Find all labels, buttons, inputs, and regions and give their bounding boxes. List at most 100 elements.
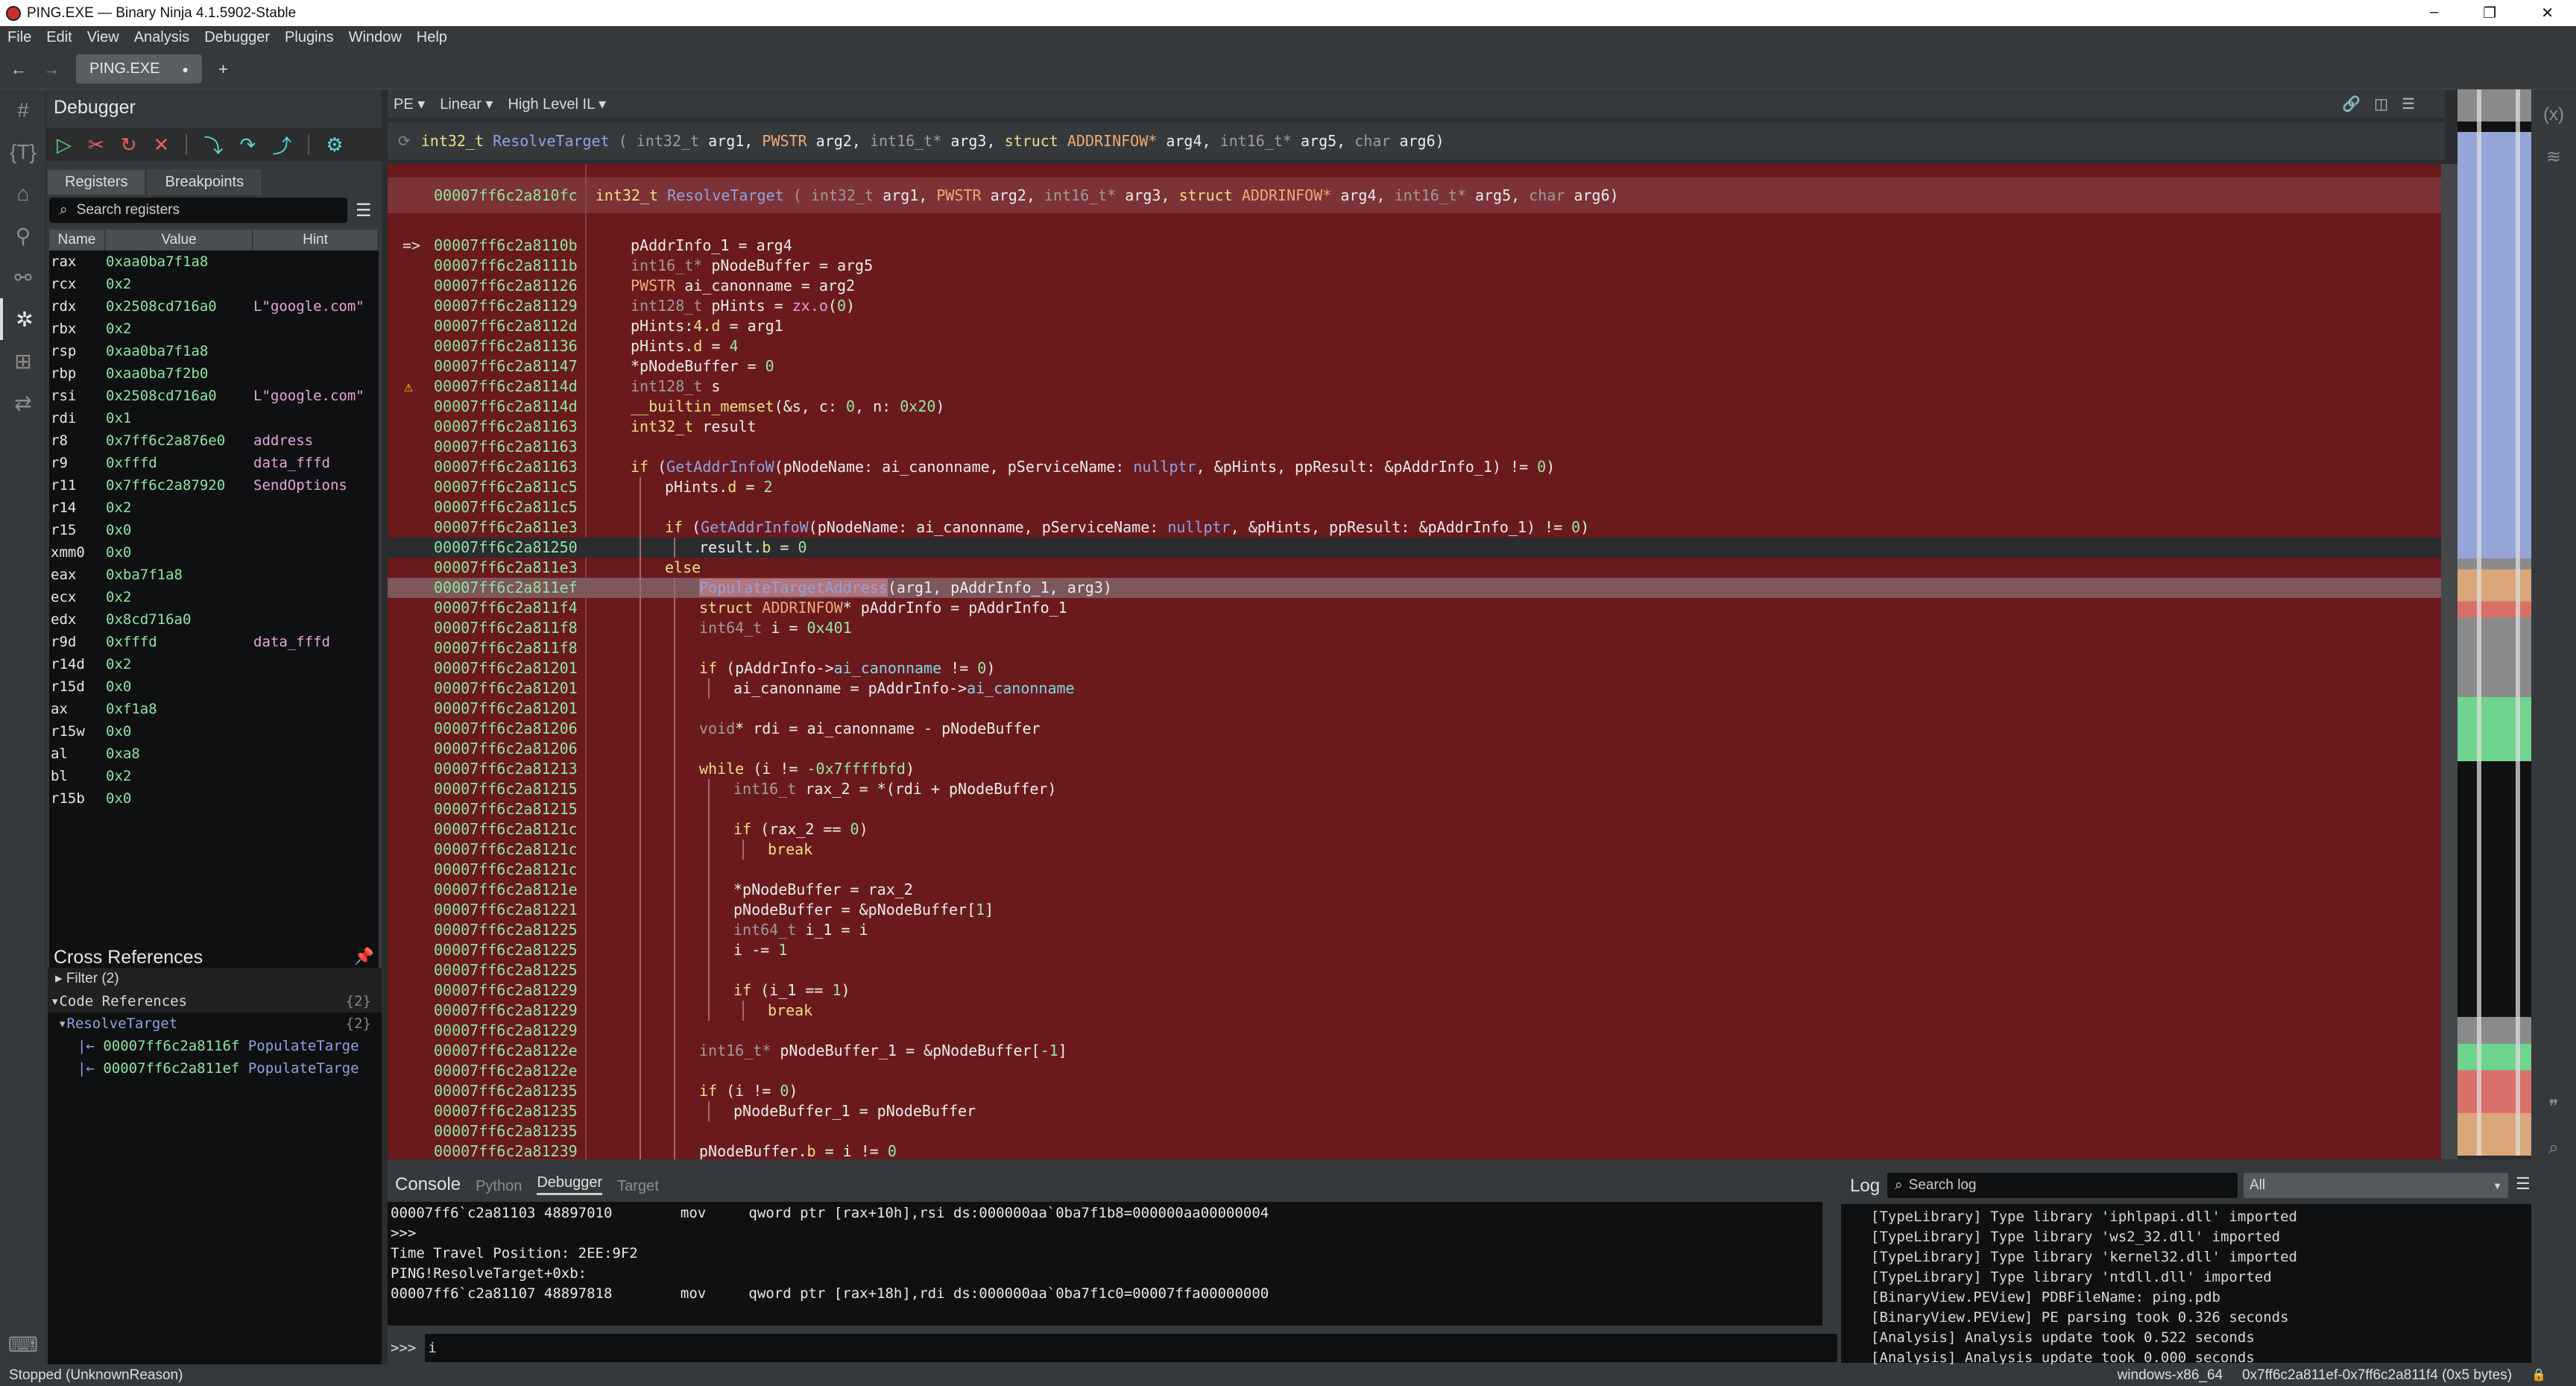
code-line[interactable]: 00007ff6c2a81136 pHints.d = 4 bbox=[388, 336, 2441, 356]
location-pin-icon[interactable]: ⚲ bbox=[0, 215, 46, 256]
stop-icon[interactable]: ✕ bbox=[154, 133, 170, 157]
code-view[interactable]: 00007ff6c2a810fc int32_t ResolveTarget (… bbox=[388, 164, 2441, 1217]
detach-icon[interactable]: ✂ bbox=[88, 133, 104, 157]
code-line[interactable]: 00007ff6c2a81215 bbox=[388, 799, 2441, 819]
search-icon[interactable]: ⌕ bbox=[2531, 1138, 2576, 1159]
code-line[interactable]: 00007ff6c2a811f4 struct ADDRINFOW* pAddrI… bbox=[388, 598, 2441, 618]
code-line[interactable]: 00007ff6c2a81129 int128_t pHints = zx.o(0… bbox=[388, 296, 2441, 316]
menu-edit[interactable]: Edit bbox=[46, 29, 72, 46]
tag-icon[interactable]: ⌂ bbox=[0, 173, 46, 215]
register-row[interactable]: r8 0x7ff6c2a876e0 address bbox=[49, 429, 379, 452]
tags-hash-icon[interactable]: # bbox=[0, 89, 46, 131]
code-line[interactable]: 00007ff6c2a81206 bbox=[388, 739, 2441, 759]
register-row[interactable]: rax 0xaa0ba7f1a8 bbox=[49, 251, 379, 273]
comments-icon[interactable]: ❞ bbox=[2531, 1096, 2576, 1118]
code-line[interactable]: 00007ff6c2a811e3 else bbox=[388, 558, 2441, 578]
code-line[interactable]: => 00007ff6c2a8110b pAddrInfo_1 = arg4 bbox=[388, 236, 2441, 256]
register-row[interactable]: eax 0xba7f1a8 bbox=[49, 564, 379, 586]
code-line[interactable]: 00007ff6c2a81215 int16_t rax_2 = *(rdi + … bbox=[388, 779, 2441, 799]
console-input[interactable]: i bbox=[425, 1334, 1837, 1362]
code-line[interactable]: 00007ff6c2a8121c if (rax_2 == 0) bbox=[388, 819, 2441, 840]
code-line[interactable]: 00007ff6c2a81225 bbox=[388, 960, 2441, 980]
tab-debugger[interactable]: Debugger bbox=[537, 1174, 603, 1195]
code-line[interactable]: 00007ff6c2a81225 i -= 1 bbox=[388, 940, 2441, 960]
code-line[interactable]: 00007ff6c2a811f8 int64_t i = 0x401 bbox=[388, 618, 2441, 638]
step-return-icon[interactable]: ⤴ bbox=[272, 131, 291, 159]
code-line[interactable]: 00007ff6c2a81235 bbox=[388, 1121, 2441, 1141]
menu-window[interactable]: Window bbox=[349, 29, 402, 46]
refresh-icon[interactable]: ⟳ bbox=[398, 132, 411, 150]
selection-range[interactable]: 0x7ff6c2a811ef-0x7ff6c2a811f4 (0x5 bytes… bbox=[2242, 1367, 2512, 1384]
code-line[interactable]: 00007ff6c2a81126 PWSTR ai_canonname = arg… bbox=[388, 276, 2441, 296]
code-line[interactable]: 00007ff6c2a81206 void* rdi = ai_canonname… bbox=[388, 719, 2441, 739]
code-line[interactable]: 00007ff6c2a81229 bbox=[388, 1021, 2441, 1041]
code-line[interactable]: 00007ff6c2a81147 *pNodeBuffer = 0 bbox=[388, 356, 2441, 377]
pin-icon[interactable]: 📌 bbox=[354, 947, 374, 966]
menu-view[interactable]: View bbox=[87, 29, 119, 46]
code-line[interactable]: 00007ff6c2a81201 if (pAddrInfo->ai_canonn… bbox=[388, 658, 2441, 678]
register-row[interactable]: r15 0x0 bbox=[49, 519, 379, 541]
register-row[interactable]: bl 0x2 bbox=[49, 765, 379, 787]
minimize-button[interactable]: – bbox=[2430, 4, 2438, 22]
settings-icon[interactable]: ⚙ bbox=[326, 133, 343, 157]
tab-target[interactable]: Target bbox=[617, 1178, 659, 1195]
register-row[interactable]: edx 0x8cd716a0 bbox=[49, 608, 379, 631]
view-mode-dropdown[interactable]: Linear ▾ bbox=[440, 95, 493, 113]
register-row[interactable]: ax 0xf1a8 bbox=[49, 698, 379, 720]
step-into-icon[interactable]: ⤵ bbox=[203, 131, 223, 159]
maximize-button[interactable]: ❐ bbox=[2483, 4, 2496, 22]
resume-icon[interactable]: ▷ bbox=[57, 133, 72, 157]
register-row[interactable]: ecx 0x2 bbox=[49, 586, 379, 608]
code-line[interactable]: 00007ff6c2a81201 ai_canonname = pAddrInfo… bbox=[388, 678, 2441, 699]
register-row[interactable]: xmm0 0x0 bbox=[49, 541, 379, 564]
column-name[interactable]: Name bbox=[49, 230, 106, 251]
xref-item[interactable]: |← 00007ff6c2a8116f PopulateTarge bbox=[48, 1035, 382, 1057]
close-button[interactable]: ✕ bbox=[2541, 4, 2554, 22]
register-row[interactable]: rdi 0x1 bbox=[49, 407, 379, 429]
column-value[interactable]: Value bbox=[106, 230, 253, 251]
code-line[interactable]: 00007ff6c2a8114d __builtin_memset(&s, c: … bbox=[388, 397, 2441, 417]
code-line[interactable]: 00007ff6c2a81163 int32_t result bbox=[388, 417, 2441, 437]
menu-help[interactable]: Help bbox=[417, 29, 447, 46]
code-line[interactable]: 00007ff6c2a81229 if (i_1 == 1) bbox=[388, 980, 2441, 1001]
register-row[interactable]: rbp 0xaa0ba7f2b0 bbox=[49, 362, 379, 385]
register-row[interactable]: r15b 0x0 bbox=[49, 787, 379, 810]
code-line[interactable]: 00007ff6c2a8122e bbox=[388, 1061, 2441, 1081]
code-line[interactable]: 00007ff6c2a81221 pNodeBuffer = &pNodeBuff… bbox=[388, 900, 2441, 920]
hamburger-menu-icon[interactable]: ☰ bbox=[2516, 1174, 2531, 1194]
code-line[interactable]: 00007ff6c2a8122e int16_t* pNodeBuffer_1 =… bbox=[388, 1041, 2441, 1061]
il-level-dropdown[interactable]: High Level IL ▾ bbox=[508, 95, 606, 113]
restart-icon[interactable]: ↻ bbox=[121, 133, 137, 157]
link-icon[interactable]: 🔗 bbox=[2342, 95, 2361, 113]
view-type-dropdown[interactable]: PE ▾ bbox=[394, 95, 425, 113]
code-line[interactable]: 00007ff6c2a8121c bbox=[388, 860, 2441, 880]
swap-icon[interactable]: ⇄ bbox=[0, 382, 46, 423]
code-line[interactable]: ⚠ 00007ff6c2a8114d int128_t s bbox=[388, 377, 2441, 397]
tab-registers[interactable]: Registers bbox=[48, 170, 145, 195]
function-header-line[interactable]: 00007ff6c2a810fc int32_t ResolveTarget (… bbox=[388, 177, 2441, 213]
register-row[interactable]: r9d 0xfffd data_fffd bbox=[49, 631, 379, 653]
step-over-icon[interactable]: ↷ bbox=[239, 133, 256, 157]
register-row[interactable]: r9 0xfffd data_fffd bbox=[49, 452, 379, 474]
menu-plugins[interactable]: Plugins bbox=[285, 29, 334, 46]
code-line[interactable]: 00007ff6c2a811c5 pHints.d = 2 bbox=[388, 477, 2441, 497]
code-line[interactable]: 00007ff6c2a81201 bbox=[388, 699, 2441, 719]
code-line[interactable]: 00007ff6c2a8121c break bbox=[388, 840, 2441, 860]
bug-icon[interactable]: ✲ bbox=[0, 298, 46, 340]
menu-debugger[interactable]: Debugger bbox=[204, 29, 270, 46]
back-button[interactable]: ← bbox=[10, 60, 27, 79]
types-icon[interactable]: {T} bbox=[0, 131, 46, 173]
register-row[interactable]: rsp 0xaa0ba7f1a8 bbox=[49, 340, 379, 362]
code-line[interactable]: 00007ff6c2a81239 pNodeBuffer.b = i != 0 bbox=[388, 1141, 2441, 1162]
register-row[interactable]: r14 0x2 bbox=[49, 497, 379, 519]
menu-analysis[interactable]: Analysis bbox=[134, 29, 189, 46]
register-row[interactable]: al 0xa8 bbox=[49, 743, 379, 765]
file-tab[interactable]: PING.EXE ● bbox=[76, 54, 202, 84]
register-row[interactable]: r11 0x7ff6c2a87920 SendOptions bbox=[49, 474, 379, 497]
code-line[interactable]: 00007ff6c2a8111b int16_t* pNodeBuffer = a… bbox=[388, 256, 2441, 276]
code-line[interactable]: 00007ff6c2a8121e *pNodeBuffer = rax_2 bbox=[388, 880, 2441, 900]
code-line[interactable]: 00007ff6c2a811ef PopulateTargetAddress(ar… bbox=[388, 578, 2441, 598]
xref-item[interactable]: |← 00007ff6c2a811ef PopulateTarge bbox=[48, 1057, 382, 1080]
terminal-icon[interactable]: ⌨ bbox=[0, 1323, 46, 1365]
log-search-input[interactable]: ⌕ Search log bbox=[1887, 1173, 2238, 1198]
